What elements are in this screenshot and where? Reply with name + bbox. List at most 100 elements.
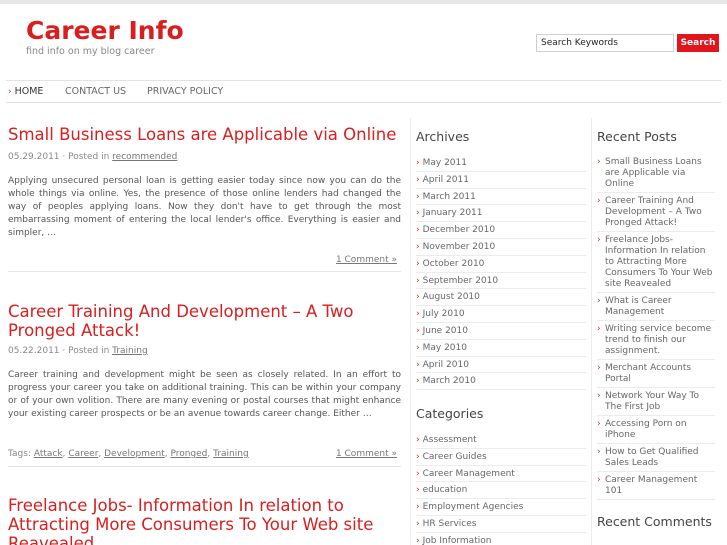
nav-item-contact-us[interactable]: CONTACT US [65, 86, 126, 97]
category-item[interactable]: › Career Management [416, 466, 586, 483]
recent-post-item[interactable]: › Merchant Accounts Portal [597, 360, 715, 388]
archive-label: January 2011 [422, 208, 483, 219]
chevron-right-icon: › [416, 435, 420, 445]
category-label: Assessment [422, 435, 477, 445]
archive-label: April 2010 [422, 359, 469, 370]
search-input[interactable] [536, 34, 674, 52]
chevron-right-icon: › [416, 191, 420, 202]
post-excerpt: Career training and development might be… [8, 370, 401, 419]
archive-item[interactable]: › April 2010 [416, 357, 586, 374]
chevron-right-icon: › [597, 363, 601, 373]
archive-item[interactable]: › March 2010 [416, 373, 586, 391]
category-item[interactable]: › Assessment [416, 432, 586, 449]
main-nav: › HOME CONTACT US PRIVACY POLICY [6, 80, 721, 103]
recent-post-label: Writing service become trend to finish o… [605, 324, 712, 356]
recent-post-item[interactable]: › Accessing Porn on iPhone [597, 416, 715, 444]
nav-item-label: HOME [14, 86, 44, 97]
site-title[interactable]: Career Info [26, 16, 184, 45]
tag-link[interactable]: Development [104, 449, 165, 459]
archives-heading: Archives [416, 129, 470, 144]
recent-post-label: Merchant Accounts Portal [605, 363, 692, 384]
recent-post-item[interactable]: › Small Business Loans are Applicable via… [597, 154, 715, 193]
site-tagline: find info on my blog career [26, 46, 155, 57]
nav-item-home[interactable]: › HOME [8, 86, 43, 97]
archive-item[interactable]: › October 2010 [416, 256, 586, 273]
post-category-link[interactable]: recommended [112, 152, 177, 162]
recent-posts-list: › Small Business Loans are Applicable via… [597, 154, 715, 500]
archive-item[interactable]: › July 2010 [416, 306, 586, 323]
category-label: Career Guides [422, 451, 487, 462]
archive-label: May 2011 [422, 158, 467, 168]
archive-item[interactable]: › September 2010 [416, 273, 586, 290]
chevron-right-icon: › [597, 296, 601, 306]
recent-post-item[interactable]: › Freelance Jobs- Information In relation… [597, 232, 715, 293]
archive-label: November 2010 [422, 241, 496, 252]
posted-in-label: · Posted in [62, 152, 110, 162]
archive-label: April 2011 [422, 174, 469, 185]
archive-item[interactable]: › December 2010 [416, 222, 586, 239]
archive-item[interactable]: › May 2010 [416, 340, 586, 357]
category-item[interactable]: › Employment Agencies [416, 499, 586, 516]
recent-post-label: How to Get Qualified Sales Leads [605, 447, 699, 468]
archive-item[interactable]: › January 2011 [416, 205, 586, 223]
post-title[interactable]: Career Training And Development – A Two … [8, 302, 408, 340]
category-item[interactable]: › education [416, 482, 586, 500]
chevron-right-icon: › [416, 485, 420, 496]
category-item[interactable]: › HR Services [416, 516, 586, 533]
post-title[interactable]: Freelance Jobs- Information In relation … [8, 496, 408, 545]
chevron-right-icon: › [597, 324, 601, 334]
category-item[interactable]: › Job Information [416, 533, 586, 545]
categories-heading: Categories [416, 406, 484, 421]
comments-link[interactable]: 1 Comment » [336, 449, 397, 459]
recent-post-item[interactable]: › What is Career Management [597, 293, 715, 321]
recent-post-label: What is Career Management [605, 296, 672, 317]
category-label: Career Management [422, 468, 515, 479]
chevron-right-icon: › [416, 325, 420, 336]
archive-item[interactable]: › November 2010 [416, 239, 586, 256]
archives-list: › May 2011 › April 2011 › March 2011 › Janua… [416, 155, 586, 391]
chevron-right-icon: › [416, 518, 420, 529]
post-tags: Tags: Attack, Career, Development, Prong… [8, 449, 249, 459]
post-category-link[interactable]: Training [112, 346, 148, 356]
chevron-right-icon: › [416, 225, 420, 236]
archive-item[interactable]: › August 2010 [416, 289, 586, 307]
recent-post-label: Small Business Loans are Applicable via … [605, 157, 702, 189]
recent-post-item[interactable]: › Career Management 101 [597, 472, 715, 500]
archive-label: June 2010 [422, 325, 468, 336]
category-item[interactable]: › Career Guides [416, 449, 586, 466]
search-button[interactable]: Search [677, 34, 719, 52]
archive-item[interactable]: › June 2010 [416, 323, 586, 340]
chevron-right-icon: › [416, 342, 420, 353]
archive-item[interactable]: › April 2011 [416, 172, 586, 189]
post-title[interactable]: Small Business Loans are Applicable via … [8, 125, 408, 144]
recent-post-label: Freelance Jobs- Information In relation … [605, 235, 713, 289]
archive-label: September 2010 [422, 275, 499, 286]
archive-label: December 2010 [422, 225, 496, 236]
chevron-right-icon: › [416, 292, 420, 303]
recent-post-item[interactable]: › How to Get Qualified Sales Leads [597, 444, 715, 472]
categories-list: › Assessment › Career Guides › Career Manag… [416, 432, 586, 545]
post-meta: 05.29.2011 · Posted in recommended [8, 152, 177, 162]
chevron-right-icon: › [416, 241, 420, 252]
tag-link[interactable]: Pronged [170, 449, 207, 459]
archive-label: July 2010 [422, 309, 465, 320]
post-meta: 05.22.2011 · Posted in Training [8, 346, 148, 356]
archive-label: October 2010 [422, 258, 485, 269]
category-label: HR Services [422, 518, 477, 529]
recent-post-label: Accessing Porn on iPhone [605, 419, 687, 440]
recent-post-item[interactable]: › Writing service become trend to finish … [597, 321, 715, 360]
archive-item[interactable]: › May 2011 [416, 155, 586, 172]
tag-link[interactable]: Career [68, 449, 98, 459]
nav-item-privacy-policy[interactable]: PRIVACY POLICY [147, 86, 223, 97]
recent-post-item[interactable]: › Network Your Way To The First Job [597, 388, 715, 416]
archive-item[interactable]: › March 2011 [416, 189, 586, 206]
tag-link[interactable]: Attack [34, 449, 63, 459]
chevron-right-icon: › [416, 309, 420, 320]
chevron-right-icon: › [416, 258, 420, 269]
tag-link[interactable]: Training [213, 449, 249, 459]
recent-post-label: Career Training And Development – A Two … [605, 196, 702, 228]
recent-post-item[interactable]: › Career Training And Development – A Two… [597, 193, 715, 232]
chevron-right-icon: › [416, 535, 420, 545]
comments-link[interactable]: 1 Comment » [336, 255, 397, 265]
recent-comments-heading: Recent Comments [597, 514, 712, 529]
